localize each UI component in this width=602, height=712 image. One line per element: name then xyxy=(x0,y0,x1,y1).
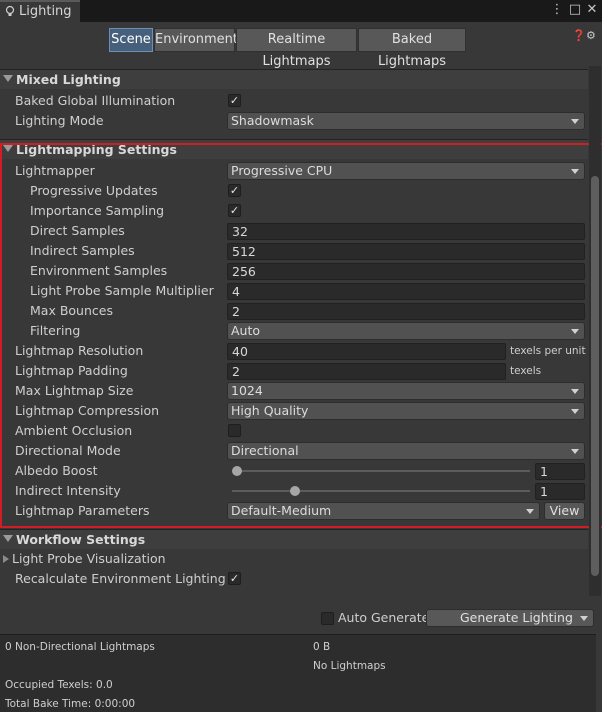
no-lightmaps-stat: No Lightmaps xyxy=(313,660,386,672)
probe-vis-label[interactable]: Light Probe Visualization xyxy=(12,549,166,569)
checkmark-icon: ✓ xyxy=(229,572,240,585)
tab-title: Lighting xyxy=(19,4,72,19)
dropdown-arrow-icon[interactable] xyxy=(580,616,588,621)
scrollbar[interactable] xyxy=(589,66,601,596)
tab-scene[interactable]: Scene xyxy=(109,28,153,52)
dropdown-value: Shadowmask xyxy=(231,113,314,128)
size-stat: 0 B xyxy=(313,641,331,653)
more-icon[interactable]: ⋮ xyxy=(550,2,564,18)
non-directional-stat: 0 Non-Directional Lightmaps xyxy=(5,641,155,653)
tab-realtime-lightmaps[interactable]: Realtime Lightmaps xyxy=(236,28,357,69)
scrollbar-thumb[interactable] xyxy=(591,176,599,576)
recalc-checkbox[interactable]: ✓ xyxy=(228,572,241,585)
foldout-collapsed-icon[interactable] xyxy=(3,555,9,563)
bgi-label: Baked Global Illumination xyxy=(15,93,176,108)
button-label: Generate Lighting xyxy=(460,610,573,625)
stats-panel: 0 Non-Directional Lightmaps 0 B No Light… xyxy=(0,634,596,712)
lighting-icon xyxy=(5,5,15,16)
lighting-tab[interactable]: Lighting xyxy=(0,0,80,22)
gear-icon[interactable]: ⚙ xyxy=(586,29,596,42)
tab-baked-lightmaps[interactable]: Baked Lightmaps xyxy=(358,28,466,69)
section-title: Workflow Settings xyxy=(16,532,146,547)
maximize-icon[interactable]: □ xyxy=(568,2,582,18)
lighting-mode-dropdown[interactable]: Shadowmask xyxy=(227,112,585,130)
help-icon[interactable]: ❓ xyxy=(572,29,586,42)
section-workflow[interactable]: Workflow Settings xyxy=(0,529,588,549)
generate-lighting-button[interactable]: Generate Lighting xyxy=(426,609,594,627)
close-icon[interactable]: ✕ xyxy=(585,2,599,18)
dropdown-arrow-icon xyxy=(571,119,579,124)
checkmark-icon: ✓ xyxy=(229,94,240,107)
lighting-mode-label: Lighting Mode xyxy=(15,113,104,128)
foldout-icon xyxy=(3,535,13,542)
highlight-box xyxy=(0,143,602,528)
auto-generate-label: Auto Generate xyxy=(338,610,430,625)
title-bar: Lighting ⋮ □ ✕ xyxy=(0,0,602,22)
section-title: Mixed Lighting xyxy=(16,72,121,87)
recalc-label: Recalculate Environment Lighting xyxy=(15,571,226,586)
auto-generate-checkbox[interactable] xyxy=(321,612,334,625)
section-mixed-lighting[interactable]: Mixed Lighting xyxy=(0,69,588,89)
foldout-icon xyxy=(3,75,13,82)
bgi-checkbox[interactable]: ✓ xyxy=(228,94,241,107)
tab-environment[interactable]: Environment xyxy=(154,28,238,52)
occupied-texels-stat: Occupied Texels: 0.0 xyxy=(5,679,113,691)
bake-time-stat: Total Bake Time: 0:00:00 xyxy=(5,698,136,710)
